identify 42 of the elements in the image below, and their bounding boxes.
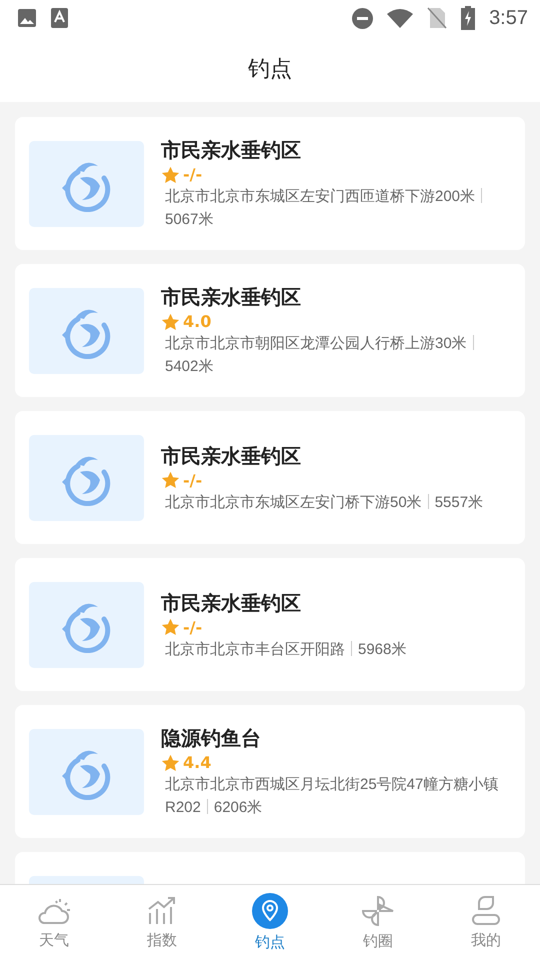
spot-card[interactable]: 市民亲水垂钓区 4.0 北京市北京市朝阳区龙潭公园人行桥上游30米 5402米 <box>15 264 525 397</box>
chart-icon <box>146 895 178 927</box>
rating-score: -/- <box>183 165 202 184</box>
star-icon <box>161 618 180 636</box>
spot-location-text: 北京市北京市朝阳区龙潭公园人行桥上游30米 5402米 <box>165 332 501 378</box>
spot-card[interactable]: 隐源钓鱼台 4.4 北京市北京市西城区月坛北街25号院47幢方糖小镇R202 6206米 <box>15 705 525 838</box>
nav-tab[interactable]: 钓点 <box>216 885 324 960</box>
user-icon <box>470 895 502 927</box>
rating-score: 4.4 <box>183 753 212 772</box>
status-time: 3:57 <box>489 6 528 30</box>
spot-name: 市民亲水垂钓区 <box>161 442 302 470</box>
nav-tab[interactable]: 钓圈 <box>324 885 432 960</box>
no-sim-icon <box>427 7 448 29</box>
spot-location-text: 北京市北京市西城区月坛北街25号院47幢方糖小镇R202 6206米 <box>165 775 500 818</box>
font-icon <box>51 8 68 28</box>
spot-location-text: 北京市北京市东城区左安门桥下游50米 5557米 <box>165 492 484 512</box>
spot-card[interactable]: 市民亲水垂钓区 -/- 北京市北京市东城区左安门桥下游50米 5557米 <box>15 411 525 544</box>
star-icon <box>161 471 180 489</box>
spot-name: 市民亲水垂钓区 <box>161 137 302 164</box>
star-icon <box>161 754 180 772</box>
spot-name: 市民亲水垂钓区 <box>161 590 302 616</box>
rating-score: 4.0 <box>183 312 212 331</box>
wifi-icon <box>387 8 414 28</box>
spot-card[interactable]: 市民亲水垂钓区 -/- 北京市北京市丰台区开阳路 5968米 <box>15 558 525 691</box>
image-icon <box>17 8 37 28</box>
pinwheel-icon <box>360 894 396 928</box>
location-pin-icon <box>252 893 288 929</box>
spot-location-text: 北京市北京市东城区左安门西匝道桥下游200米 5067米 <box>165 185 501 231</box>
spot-card[interactable]: 市民亲水垂钓区 -/- 北京市北京市东城区左安门西匝道桥下游200米 5067米 <box>15 117 525 250</box>
spot-location-text: 北京市北京市丰台区开阳路 5968米 <box>165 640 408 660</box>
do-not-disturb-icon <box>352 8 374 28</box>
star-icon <box>161 166 180 184</box>
spot-name: 市民亲水垂钓区 <box>161 284 302 311</box>
nav-tab[interactable]: 指数 <box>108 885 216 960</box>
battery-icon <box>461 6 476 30</box>
star-icon <box>161 312 180 330</box>
page-title: 钓点 <box>248 56 292 84</box>
rating-score: -/- <box>183 470 202 490</box>
nav-tab[interactable]: 我的 <box>432 885 540 960</box>
spot-name: 隐源钓鱼台 <box>161 725 262 752</box>
nav-tab[interactable]: 天气 <box>0 885 108 960</box>
rating-score: -/- <box>183 618 202 636</box>
